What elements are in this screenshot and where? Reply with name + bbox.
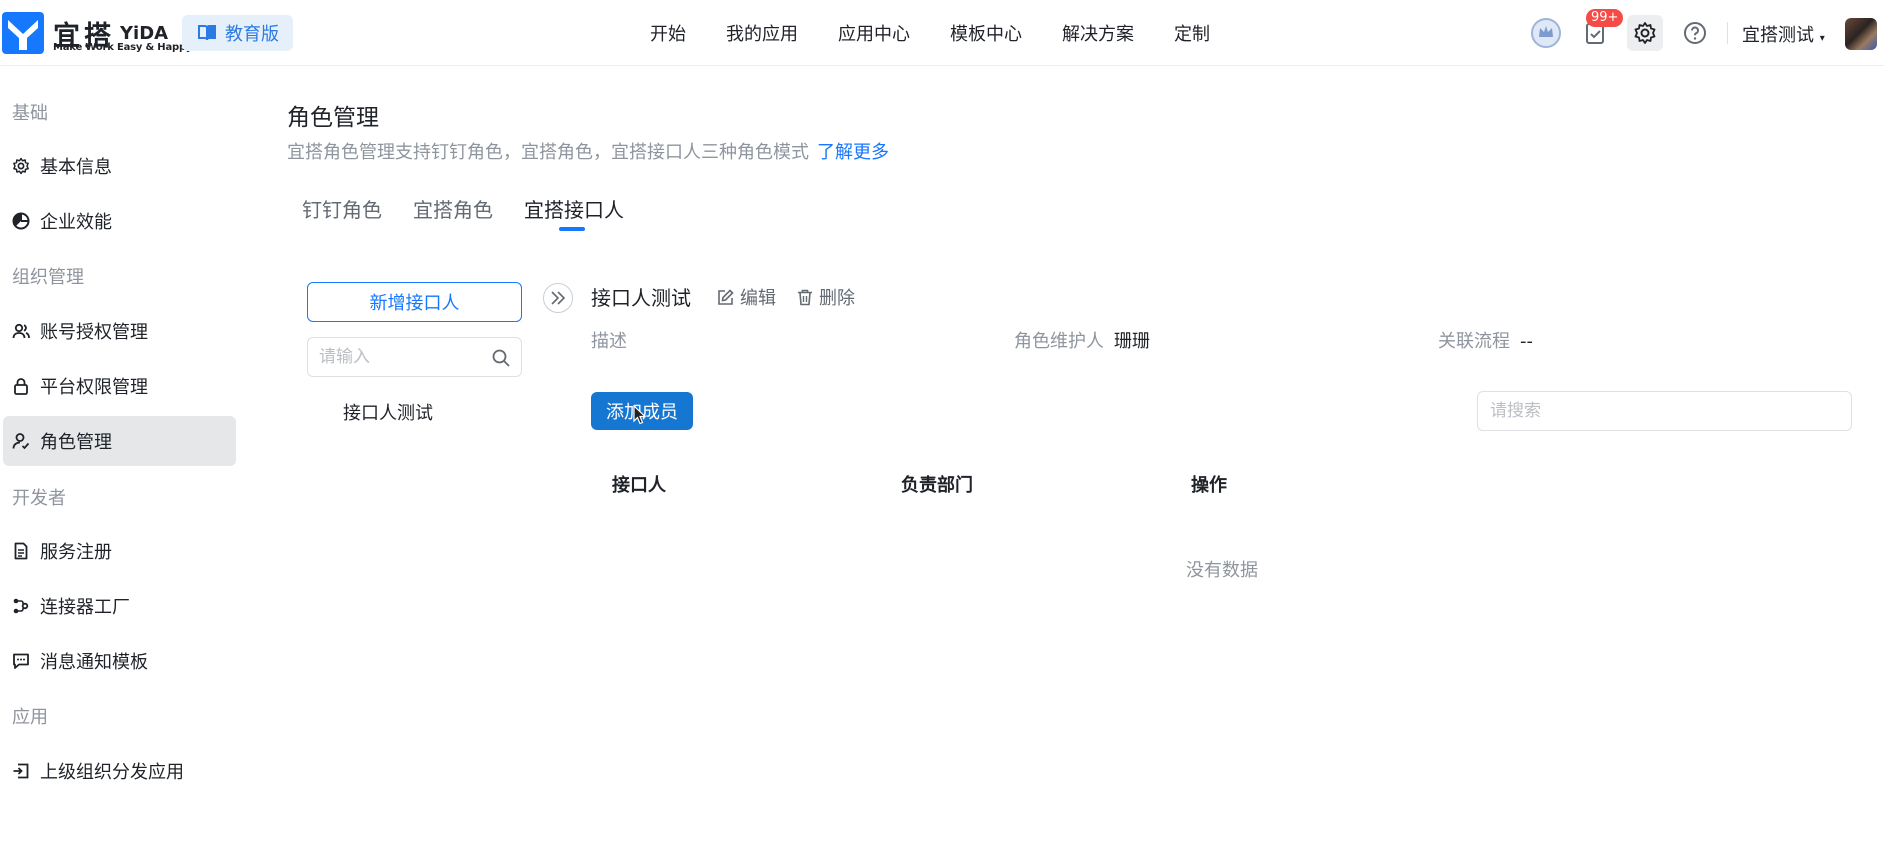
sidebar-item-role-management[interactable]: 角色管理 [3, 416, 236, 466]
notification-badge: 99+ [1586, 9, 1624, 27]
sidebar-item-message-template[interactable]: 消息通知模板 [3, 636, 236, 686]
sidebar-group-developer: 开发者 [12, 488, 66, 509]
user-name[interactable]: 宜搭测试 ▾ [1742, 21, 1825, 47]
tab-yida-role[interactable]: 宜搭角色 [413, 194, 493, 223]
edition-label: 教育版 [225, 24, 279, 45]
brand-name-en: YiDA [120, 23, 169, 44]
edit-label: 编辑 [740, 288, 776, 309]
lock-icon [14, 378, 28, 395]
column-header-actions: 操作 [1191, 475, 1227, 496]
contact-detail-title: 接口人测试 [591, 286, 691, 310]
nav-customize[interactable]: 定制 [1174, 20, 1210, 46]
settings-button[interactable] [1627, 15, 1663, 51]
sidebar-item-label: 账号授权管理 [40, 322, 148, 343]
edit-icon [718, 288, 734, 305]
delete-label: 删除 [819, 288, 855, 309]
maintainer-value: 珊珊 [1114, 331, 1150, 352]
message-icon [13, 653, 29, 669]
sidebar: 基础 基本信息 企业效能 组织管理 账号授权管理 平台权限管理 角色管理 开发者… [0, 66, 240, 857]
book-icon [198, 25, 216, 41]
related-flow-field: 关联流程 -- [1438, 327, 1533, 353]
crown-icon [1531, 18, 1561, 48]
help-button[interactable] [1677, 15, 1713, 51]
sidebar-item-label: 上级组织分发应用 [40, 762, 184, 783]
page-description: 宜搭角色管理支持钉钉角色，宜搭角色，宜搭接口人三种角色模式 了解更多 [287, 138, 889, 164]
caret-down-icon: ▾ [1819, 33, 1825, 44]
add-contact-button[interactable]: 新增接口人 [307, 282, 522, 322]
sidebar-item-distribute-apps[interactable]: 上级组织分发应用 [3, 746, 236, 796]
nav-start[interactable]: 开始 [650, 20, 686, 46]
search-icon[interactable] [491, 348, 511, 368]
active-tab-indicator [559, 227, 585, 231]
help-icon [1684, 22, 1706, 44]
learn-more-link[interactable]: 了解更多 [817, 142, 889, 163]
tab-dingtalk-role[interactable]: 钉钉角色 [302, 194, 382, 223]
crown-button[interactable] [1528, 15, 1564, 51]
sidebar-item-label: 基本信息 [40, 157, 112, 178]
header-divider [1727, 22, 1728, 44]
yida-logo[interactable]: 宜搭 YiDA Make Work Easy & Happy [0, 10, 192, 56]
users-icon [12, 323, 30, 339]
sidebar-item-label: 连接器工厂 [40, 597, 130, 618]
empty-state: 没有数据 [1186, 560, 1258, 581]
sidebar-item-label: 服务注册 [40, 542, 112, 563]
sidebar-item-efficiency[interactable]: 企业效能 [3, 196, 236, 246]
sidebar-group-org: 组织管理 [12, 267, 84, 288]
nav-template-center[interactable]: 模板中心 [950, 20, 1022, 46]
yida-logo-mark-icon [2, 12, 44, 54]
sidebar-item-account-auth[interactable]: 账号授权管理 [3, 306, 236, 356]
role-icon [12, 433, 30, 450]
description-field: 描述 [591, 327, 637, 353]
tab-yida-contact[interactable]: 宜搭接口人 [524, 194, 624, 223]
connector-icon [13, 598, 29, 614]
page-title: 角色管理 [287, 105, 379, 131]
gear-icon [13, 157, 29, 175]
sidebar-item-label: 企业效能 [40, 212, 112, 233]
column-header-department: 负责部门 [901, 475, 973, 496]
double-chevron-right-icon [551, 291, 566, 305]
document-icon [14, 542, 28, 560]
delete-button[interactable]: 删除 [797, 284, 855, 310]
member-search-input[interactable] [1478, 392, 1851, 430]
maintainer-label: 角色维护人 [1014, 331, 1104, 352]
sidebar-group-apps: 应用 [12, 707, 48, 728]
brand-slogan: Make Work Easy & Happy [53, 42, 193, 53]
trash-icon [798, 289, 812, 305]
related-flow-value: -- [1520, 331, 1533, 352]
page-description-text: 宜搭角色管理支持钉钉角色，宜搭角色，宜搭接口人三种角色模式 [287, 142, 809, 163]
sidebar-item-connector-factory[interactable]: 连接器工厂 [3, 581, 236, 631]
nav-app-center[interactable]: 应用中心 [838, 20, 910, 46]
related-flow-label: 关联流程 [1438, 331, 1510, 352]
sidebar-item-label: 角色管理 [40, 432, 112, 453]
maintainer-field: 角色维护人 珊珊 [1014, 327, 1150, 353]
collapse-pane-button[interactable] [543, 283, 573, 313]
sidebar-item-service-registry[interactable]: 服务注册 [3, 526, 236, 576]
distribute-icon [13, 763, 29, 779]
gear-icon [1634, 22, 1656, 44]
nav-solutions[interactable]: 解决方案 [1062, 20, 1134, 46]
user-name-text: 宜搭测试 [1742, 25, 1814, 46]
avatar[interactable] [1845, 18, 1877, 50]
top-navigation: 开始 我的应用 应用中心 模板中心 解决方案 定制 [650, 0, 1250, 66]
edition-badge[interactable]: 教育版 [182, 15, 293, 51]
todo-button[interactable]: 99+ [1578, 9, 1624, 51]
sidebar-group-basic: 基础 [12, 103, 48, 124]
sidebar-item-platform-permission[interactable]: 平台权限管理 [3, 361, 236, 411]
contact-search [307, 337, 522, 377]
role-tabs: 钉钉角色 宜搭角色 宜搭接口人 [302, 194, 624, 223]
mouse-cursor-icon [633, 405, 647, 425]
sidebar-item-label: 消息通知模板 [40, 652, 148, 673]
sidebar-item-basic-info[interactable]: 基本信息 [3, 141, 236, 191]
contact-search-input[interactable] [308, 338, 478, 376]
column-header-contact: 接口人 [612, 475, 666, 496]
pie-chart-icon [12, 212, 30, 230]
contact-list-item[interactable]: 接口人测试 [343, 399, 433, 425]
nav-my-apps[interactable]: 我的应用 [726, 20, 798, 46]
sidebar-item-label: 平台权限管理 [40, 377, 148, 398]
edit-button[interactable]: 编辑 [717, 284, 776, 310]
description-label: 描述 [591, 331, 627, 352]
top-header: 宜搭 YiDA Make Work Easy & Happy 教育版 开始 我的… [0, 0, 1884, 66]
member-search [1477, 391, 1852, 431]
